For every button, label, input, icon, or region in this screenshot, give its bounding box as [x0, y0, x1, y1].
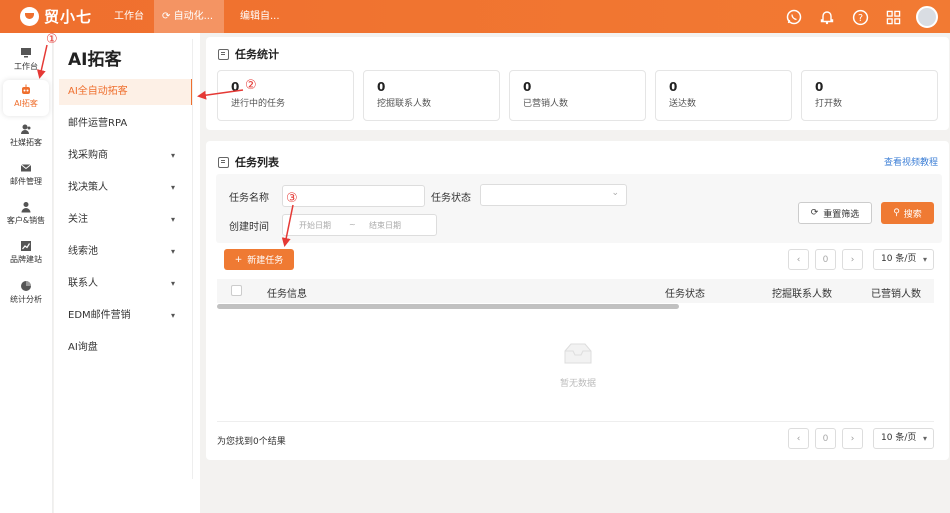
- arrow-1: [36, 44, 48, 79]
- annotation-arrows: [36, 44, 294, 247]
- arrow-2: [197, 89, 244, 100]
- arrow-3: [281, 204, 294, 247]
